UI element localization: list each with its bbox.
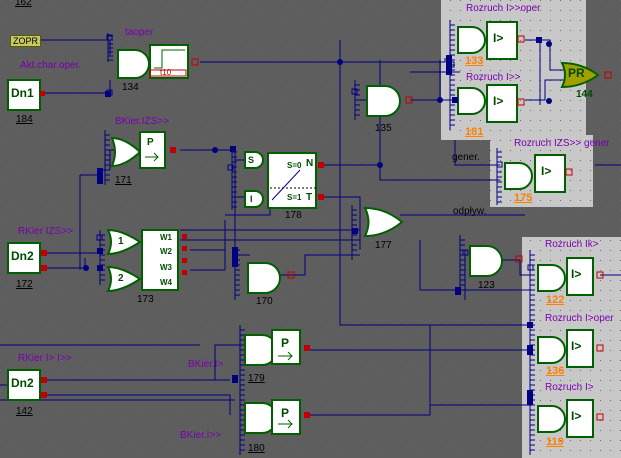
cmp181-text[interactable]: I> (493, 95, 503, 107)
cmp136-text[interactable]: I> (571, 340, 581, 352)
label-rozruch-i-oper2: Rozruch I>oper (545, 313, 614, 324)
and135-gate (366, 85, 401, 117)
dn1-text[interactable]: Dn1 (11, 87, 34, 99)
or1-text: 1 (118, 236, 124, 247)
label-akt-char: Akt.char.oper. (20, 60, 82, 71)
i-input-gate (244, 190, 264, 208)
mux-w2: W2 (160, 247, 172, 256)
label-rkier-i: RKier I> I>> (18, 353, 72, 364)
cmp133-text[interactable]: I> (493, 32, 503, 44)
label-bkier-i2: BKier.I>> (180, 430, 222, 441)
dn2a-text[interactable]: Dn2 (11, 250, 34, 262)
cmp181-and (457, 87, 486, 115)
flip178-number: 178 (285, 210, 302, 221)
cmp175-and (504, 162, 533, 190)
flip178-s0: S=0 (287, 161, 302, 170)
or177-number: 177 (375, 240, 392, 251)
mux-w1: W1 (160, 233, 172, 242)
flip178-s1: S=1 (287, 193, 302, 202)
cmp181-number: 181 (465, 126, 484, 138)
label-rozruch-i1: Rozruch I> (545, 382, 594, 393)
cmp133-and (457, 26, 486, 54)
p171-number: 171 (115, 175, 132, 186)
and123-gate (469, 245, 503, 277)
and135-number: 135 (375, 123, 392, 134)
label-bkier-i1: BKier.I> (188, 359, 224, 370)
p171-text[interactable]: P (147, 137, 154, 148)
p179-text[interactable]: P (281, 337, 289, 349)
label-rozruch-izs: Rozruch IZS>> gener (514, 138, 610, 149)
label-rozruch-ik: Rozruch Ik> (545, 239, 599, 250)
label-odplyw: odpływ. (453, 206, 487, 217)
zopr-tag[interactable]: ZOPR (10, 35, 42, 47)
and170-gate (247, 262, 281, 294)
mux-w4: W4 (160, 278, 172, 287)
cmp119-and (537, 405, 566, 433)
mux173-number: 173 (137, 294, 154, 305)
flip178-s: S (248, 155, 255, 165)
dn2b-number: 142 (16, 406, 33, 417)
flip178-n: N (306, 158, 314, 169)
or2-text: 2 (118, 273, 124, 284)
cmp119-number: 119 (546, 436, 564, 448)
timer-label: t10 (160, 68, 172, 77)
cmp175-number: 175 (514, 192, 533, 204)
label-rozruch-i2: Rozruch I>> (466, 72, 521, 83)
dn2a-number: 172 (16, 279, 33, 290)
flip178-i: I (250, 194, 253, 204)
cmp122-text[interactable]: I> (571, 268, 581, 280)
label-gener: gener. (452, 152, 480, 163)
label-bkier-izs: BKier.IZS>> (115, 116, 169, 127)
and134-gate (117, 49, 150, 79)
pr144-text[interactable]: PR (568, 67, 585, 79)
label-rozruch-i-oper: Rozruch I>>oper (466, 3, 541, 14)
wiring-svg (0, 0, 621, 458)
cmp175-text[interactable]: I> (541, 165, 551, 177)
dn1-number: 184 (16, 114, 33, 125)
pr144-number: 144 (576, 89, 593, 100)
cmp122-and (537, 264, 566, 292)
cmp122-number: 122 (546, 294, 565, 306)
dn2b-text[interactable]: Dn2 (11, 377, 34, 389)
cmp136-number: 136 (546, 365, 565, 377)
logic-diagram-canvas[interactable]: 162 ZOPR Akt.char.oper. taoper BKier.IZS… (0, 0, 621, 458)
cmp119-text[interactable]: I> (571, 410, 581, 422)
cmp136-and (537, 336, 566, 364)
p179-number: 179 (248, 373, 265, 384)
p180-number: 180 (248, 443, 265, 454)
mux-w3: W3 (160, 263, 172, 272)
flip178-t: T (306, 192, 313, 203)
label-taoper: taoper (125, 27, 154, 38)
and123-number: 123 (478, 280, 495, 291)
and170-number: 170 (256, 296, 273, 307)
label-rkier-izs: RKier IZS>> (18, 226, 74, 237)
cmp133-number: 133 (465, 55, 484, 67)
p180-text[interactable]: P (281, 407, 289, 419)
and134-number: 134 (122, 82, 139, 93)
top-number: 162 (15, 0, 32, 8)
